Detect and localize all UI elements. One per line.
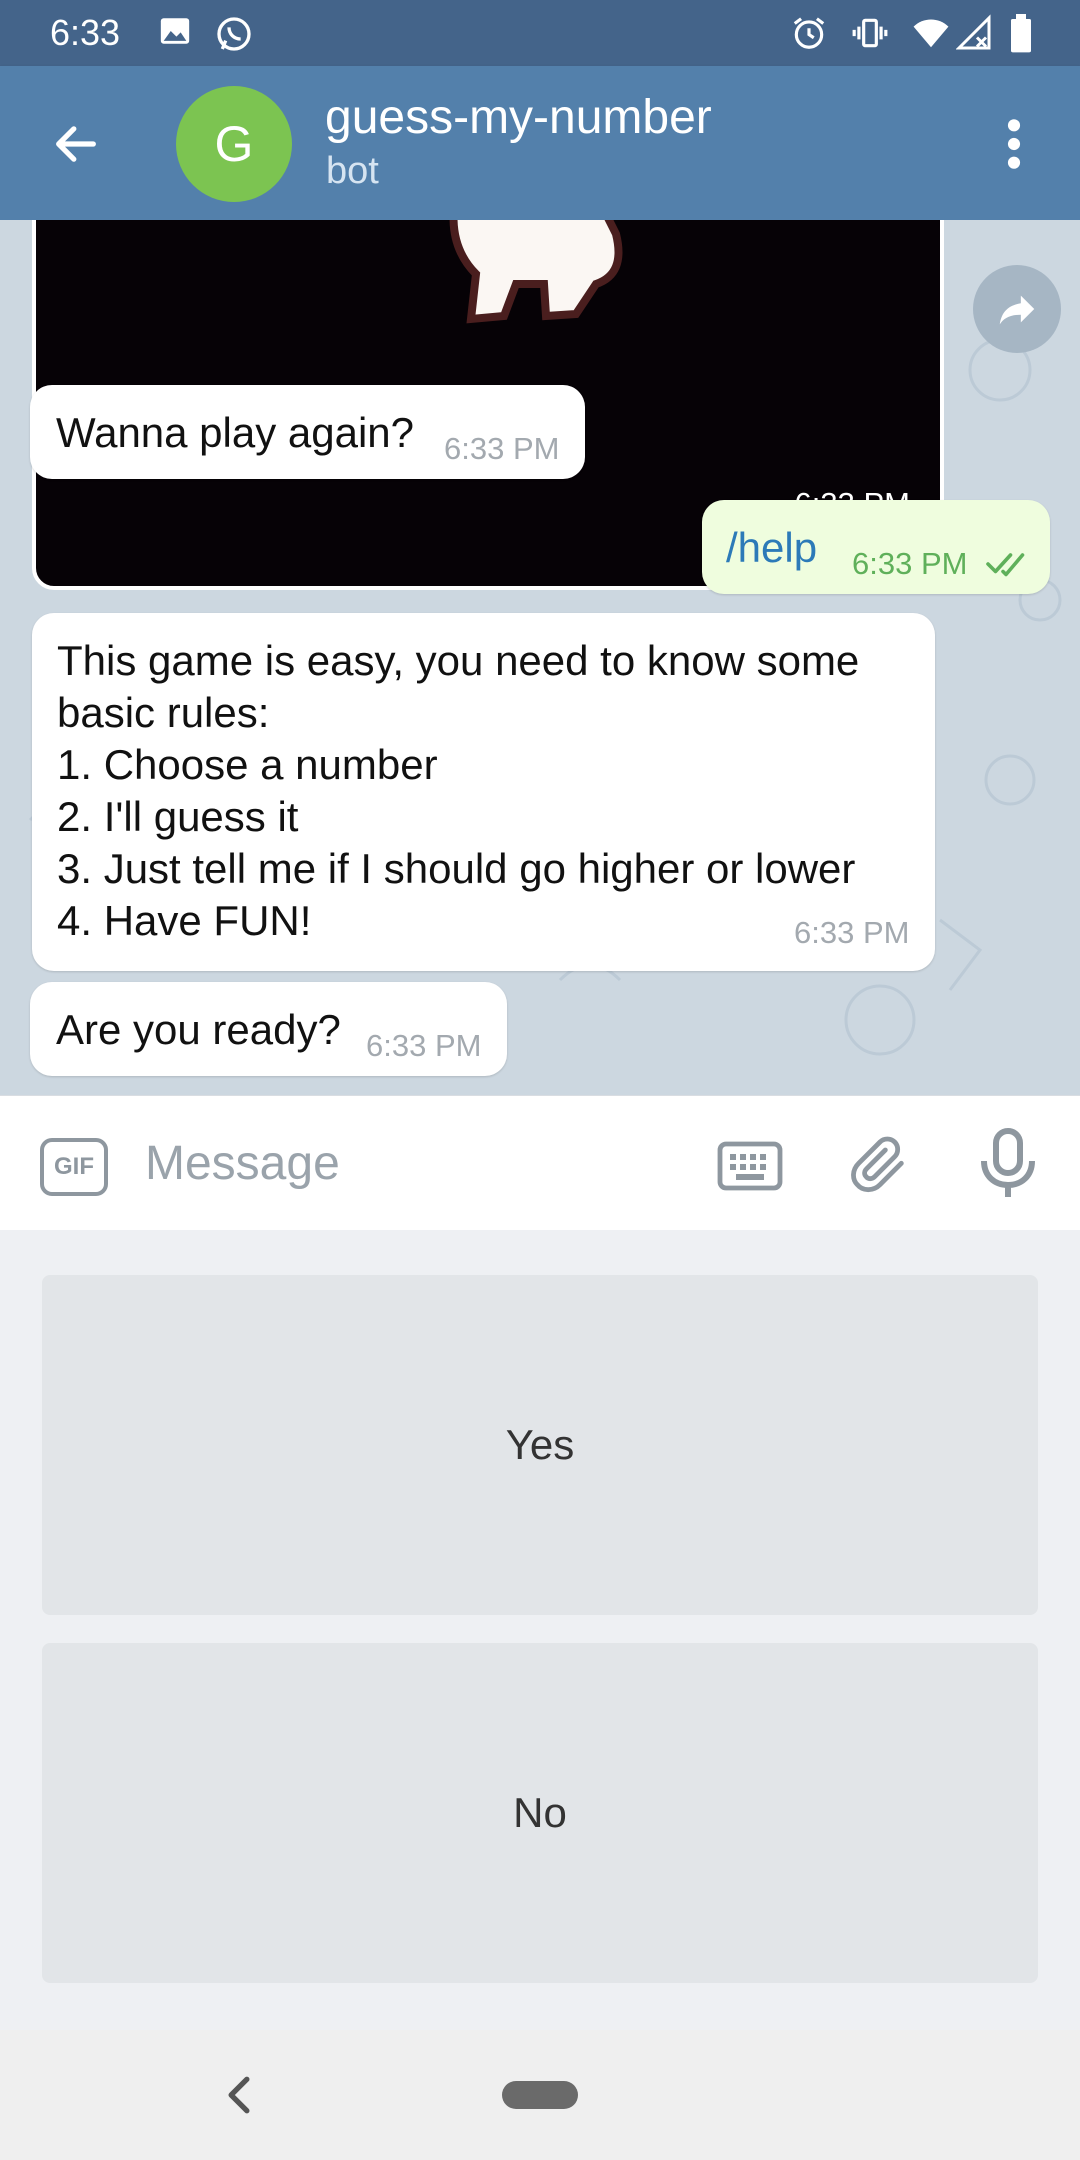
reply-button-yes[interactable]: Yes: [42, 1275, 1038, 1615]
reply-button-no[interactable]: No: [42, 1643, 1038, 1983]
image-notification-icon: [160, 18, 190, 44]
wifi-icon: [913, 19, 949, 48]
message-text: Are you ready?: [56, 1006, 341, 1053]
chat-title[interactable]: guess-my-number: [325, 90, 712, 145]
incoming-message[interactable]: Are you ready? 6:33 PM: [30, 982, 507, 1076]
cell-signal-icon: [956, 14, 991, 50]
sticker-image: [449, 220, 623, 324]
nav-back-icon[interactable]: [222, 2074, 256, 2116]
back-arrow-icon[interactable]: [50, 118, 102, 170]
home-pill[interactable]: [502, 2081, 578, 2109]
message-text: This game is easy, you need to know some…: [57, 637, 860, 944]
status-bar: 6:33: [0, 0, 1080, 66]
message-time: 6:33 PM: [366, 1028, 482, 1063]
status-time: 6:33: [50, 12, 121, 53]
keyboard-icon[interactable]: [716, 1138, 784, 1194]
chat-subtitle: bot: [326, 150, 379, 192]
alarm-icon: [793, 17, 825, 49]
avatar[interactable]: G: [176, 86, 292, 202]
incoming-message[interactable]: Wanna play again? 6:33 PM: [30, 385, 585, 479]
message-text: Wanna play again?: [56, 409, 415, 456]
share-arrow-icon: [999, 295, 1035, 325]
battery-icon: [1011, 14, 1031, 53]
forward-button[interactable]: [973, 265, 1061, 353]
microphone-icon[interactable]: [978, 1128, 1038, 1200]
read-checkmarks-icon: [986, 553, 1025, 577]
attach-icon[interactable]: [848, 1132, 912, 1200]
incoming-message[interactable]: This game is easy, you need to know some…: [32, 613, 935, 971]
gif-button[interactable]: GIF: [40, 1138, 108, 1196]
message-time: 6:33 PM: [794, 915, 910, 950]
reply-button-label: Yes: [505, 1421, 575, 1468]
gif-label: GIF: [54, 1153, 94, 1180]
message-time: 6:33 PM: [852, 546, 968, 581]
message-text: /help: [726, 524, 818, 571]
message-input[interactable]: [145, 1128, 675, 1198]
avatar-letter: G: [214, 116, 254, 172]
message-time: 6:33 PM: [444, 431, 560, 466]
outgoing-message[interactable]: /help 6:33 PM: [702, 500, 1050, 594]
whatsapp-notification-icon: [217, 17, 251, 51]
chat-messages[interactable]: 6:33 PM Wanna play again? 6:33 PM /help …: [0, 220, 1080, 1095]
more-options-icon[interactable]: [998, 116, 1030, 172]
vibrate-icon: [852, 18, 888, 48]
reply-button-label: No: [513, 1789, 567, 1836]
